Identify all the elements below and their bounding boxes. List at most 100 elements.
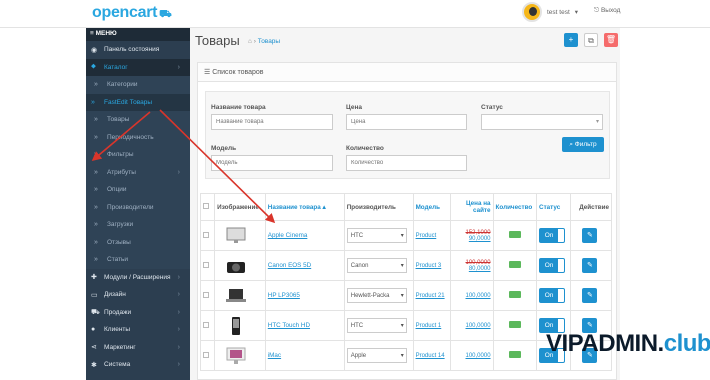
product-name-link[interactable]: HTC Touch HD <box>268 322 310 329</box>
price-link[interactable]: 100,0000 <box>453 353 491 359</box>
row-checkbox[interactable] <box>203 261 209 268</box>
manufacturer-select[interactable]: Apple <box>346 348 407 363</box>
status-cell: On <box>536 280 572 311</box>
watermark: VIPADMIN.club <box>546 330 710 357</box>
sidebar-item-5[interactable]: » Периодичность <box>86 128 190 146</box>
double-chevron-icon: » <box>94 221 98 229</box>
col-status[interactable]: Статус <box>536 193 572 221</box>
image-cell <box>214 340 266 371</box>
filter-status-select[interactable]: ▾ <box>481 114 603 130</box>
price-link[interactable]: 100,0000 <box>453 323 491 329</box>
status-toggle[interactable]: On <box>539 288 566 303</box>
name-cell: HTC Touch HD <box>264 310 345 341</box>
filter-price-label: Цена <box>346 104 362 111</box>
sidebar-item-17[interactable]: ⋖ Маркетинг › <box>86 339 190 357</box>
price-link[interactable]: 80,0000 <box>453 266 491 272</box>
sidebar-item-9[interactable]: » Производители <box>86 198 190 216</box>
edit-icon[interactable]: ✎ <box>582 258 598 273</box>
select-all-checkbox[interactable] <box>203 203 209 209</box>
manufacturer-select[interactable]: HTC <box>346 318 407 333</box>
sidebar-item-label: Модули / Расширения <box>104 273 171 281</box>
breadcrumb-products[interactable]: Товары <box>258 38 280 45</box>
row-checkbox[interactable] <box>203 351 209 358</box>
image-cell <box>214 250 266 281</box>
model-link[interactable]: Product 21 <box>416 293 445 299</box>
col-name[interactable]: Название товара ▴ <box>264 193 345 221</box>
sidebar-item-1[interactable]: ⬥ Каталог › <box>86 58 190 76</box>
sidebar-item-label: Товары <box>107 116 130 124</box>
sidebar-item-10[interactable]: » Загрузки <box>86 216 190 234</box>
sidebar-item-4[interactable]: » Товары <box>86 111 190 129</box>
row-checkbox[interactable] <box>203 321 209 328</box>
quantity-badge[interactable] <box>508 231 521 238</box>
sidebar-item-15[interactable]: ⛟ Продажи › <box>86 304 190 322</box>
user-menu[interactable]: test test ▾ <box>522 2 578 22</box>
sidebar-item-7[interactable]: » Атрибуты › <box>86 163 190 181</box>
opencart-logo[interactable]: opencart ⛟ <box>92 4 172 22</box>
manufacturer-select[interactable]: HTC <box>346 228 407 243</box>
model-link[interactable]: Product <box>416 233 437 239</box>
top-navbar: opencart ⛟ test test ▾ ⎋ Выход <box>0 0 710 28</box>
quantity-badge[interactable] <box>508 291 521 298</box>
product-name-link[interactable]: iMac <box>268 352 281 359</box>
sidebar-item-16[interactable]: ● Клиенты › <box>86 321 190 339</box>
model-link[interactable]: Product 14 <box>416 353 445 359</box>
col-quantity[interactable]: Количество <box>492 193 538 221</box>
status-toggle[interactable]: On <box>539 228 566 243</box>
delete-button[interactable]: 🗑 <box>604 33 618 47</box>
sidebar-item-14[interactable]: ▭ Дизайн › <box>86 286 190 304</box>
copy-button[interactable]: ⧉ <box>584 33 598 47</box>
filter-model-input[interactable] <box>211 155 333 171</box>
cart-icon: ⛟ <box>91 308 100 316</box>
manufacturer-cell: Hewlett-Packa <box>343 280 414 311</box>
manufacturer-select[interactable]: Hewlett-Packa <box>346 288 407 303</box>
filter-price-input[interactable] <box>346 114 467 130</box>
product-name-link[interactable]: Apple Cinema <box>268 232 308 239</box>
sidebar-item-label: Панель состояния <box>104 46 160 54</box>
row-select-cell <box>199 340 216 371</box>
sidebar-item-2[interactable]: » Категории <box>86 76 190 94</box>
status-toggle[interactable]: On <box>539 258 566 273</box>
model-link[interactable]: Product 3 <box>416 263 442 269</box>
product-name-link[interactable]: Canon EOS 5D <box>268 262 311 269</box>
home-icon[interactable]: ⌂ <box>248 38 252 45</box>
price-link[interactable]: 100,0000 <box>453 293 491 299</box>
col-model[interactable]: Модель <box>412 193 452 221</box>
model-cell: Product 21 <box>412 280 452 311</box>
filter-quantity-input[interactable] <box>346 155 467 171</box>
add-button[interactable]: + <box>564 33 578 47</box>
col-price[interactable]: Цена на сайте <box>450 193 494 221</box>
menu-header[interactable]: ≡ МЕНЮ <box>86 28 190 41</box>
manufacturer-select[interactable]: Canon <box>346 258 407 273</box>
sidebar-item-18[interactable]: ✱ Система › <box>86 356 190 374</box>
cart-logo-icon: ⛟ <box>159 9 172 20</box>
sidebar-item-0[interactable]: ◉ Панель состояния <box>86 41 190 59</box>
product-name-link[interactable]: HP LP3065 <box>268 292 300 299</box>
sidebar-item-6[interactable]: » Фильтры <box>86 146 190 164</box>
status-cell: On <box>536 250 572 281</box>
action-cell: ✎ <box>570 220 612 251</box>
edit-icon[interactable]: ✎ <box>582 228 598 243</box>
sidebar-item-3[interactable]: » FastEdit Товары <box>86 93 190 111</box>
quantity-badge[interactable] <box>508 351 521 358</box>
quantity-badge[interactable] <box>508 261 521 268</box>
model-link[interactable]: Product 1 <box>416 323 442 329</box>
row-checkbox[interactable] <box>203 291 209 298</box>
table-row: HP LP3065 Hewlett-Packa Product 21 100,0000… <box>199 280 612 311</box>
sidebar-item-11[interactable]: » Отзывы <box>86 233 190 251</box>
row-checkbox[interactable] <box>203 231 209 238</box>
price-cell: 100,0000 <box>450 310 494 341</box>
sidebar-item-label: Дизайн <box>104 291 126 299</box>
filter-name-input[interactable] <box>211 114 333 130</box>
sidebar-item-label: FastEdit Товары <box>104 98 153 106</box>
price-link[interactable]: 90,0000 <box>453 236 491 242</box>
logout-link[interactable]: ⎋ Выход <box>594 7 620 15</box>
select-all-cell[interactable] <box>199 193 216 221</box>
edit-icon[interactable]: ✎ <box>582 288 598 303</box>
filter-button[interactable]: ⌕ Фильтр <box>562 137 604 152</box>
sidebar-item-13[interactable]: ✚ Модули / Расширения › <box>86 269 190 287</box>
quantity-badge[interactable] <box>508 321 521 328</box>
sidebar-item-8[interactable]: » Опции <box>86 181 190 199</box>
chevron-right-icon: › <box>177 326 180 334</box>
sidebar-item-12[interactable]: » Статьи <box>86 251 190 269</box>
